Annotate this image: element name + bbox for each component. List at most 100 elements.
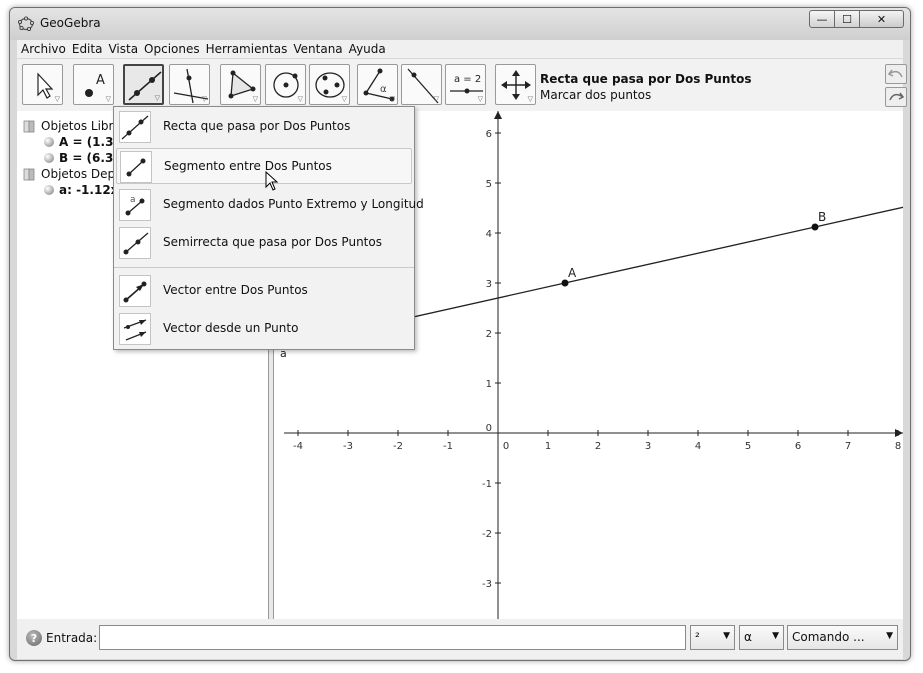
window-title: GeoGebra	[40, 16, 101, 30]
dropdown-item-label: Segmento dados Punto Extremo y Longitud	[163, 197, 424, 211]
dropdown-item-vector-two-points[interactable]: Vector entre Dos Puntos	[114, 273, 414, 309]
folder-icon[interactable]	[23, 168, 35, 181]
tool-slider[interactable]: a = 2 ▽	[445, 64, 486, 105]
redo-button[interactable]	[885, 87, 907, 107]
visibility-toggle-icon[interactable]	[44, 185, 54, 195]
x-tick-label: 8	[895, 441, 901, 452]
close-icon: ✕	[876, 12, 887, 26]
x-tick-label: 2	[595, 441, 601, 452]
tool-menu-arrow-icon: ▽	[433, 95, 439, 103]
y-tick-label: 6	[486, 129, 492, 140]
segment-fixed-length-icon: a	[119, 189, 151, 221]
dropdown-item-line-two-points[interactable]: Recta que pasa por Dos Puntos	[114, 109, 414, 145]
point-label-a: A	[568, 266, 577, 280]
dropdown-item-label: Vector desde un Punto	[163, 321, 299, 335]
menu-herramientas[interactable]: Herramientas	[206, 42, 288, 56]
dropdown-item-segment-fixed-length[interactable]: a Segmento dados Punto Extremo y Longitu…	[114, 187, 424, 223]
y-tick-label: -1	[482, 479, 492, 490]
mouse-cursor-icon	[265, 171, 279, 191]
tool-menu-arrow-icon: ▽	[154, 94, 160, 102]
dropdown-item-label: Segmento entre Dos Puntos	[164, 159, 332, 173]
superscript-combo[interactable]: ² ▼	[690, 625, 735, 650]
menu-ventana[interactable]: Ventana	[293, 42, 342, 56]
toolbar: ▽ A ▽ ▽ ▽ ▽ ▽ ▽ α ▽ ▽ a = 2 ▽ ▽ Recta qu…	[17, 59, 907, 111]
chevron-down-icon: ▼	[772, 631, 779, 641]
help-icon[interactable]: ?	[26, 630, 42, 646]
redo-icon	[889, 92, 905, 101]
tool-menu-arrow-icon: ▽	[252, 95, 258, 103]
tool-angle[interactable]: α ▽	[357, 64, 398, 105]
folder-icon[interactable]	[23, 120, 35, 133]
y-tick-label: 3	[486, 279, 492, 290]
maximize-icon: ☐	[842, 12, 852, 26]
point-label-b: B	[818, 210, 826, 224]
tool-circle[interactable]: ▽	[265, 64, 306, 105]
tool-menu-arrow-icon: ▽	[54, 95, 60, 103]
tool-polygon[interactable]: ▽	[220, 64, 261, 105]
segment-length-label: a	[130, 195, 136, 205]
menu-opciones[interactable]: Opciones	[144, 42, 200, 56]
menu-vista[interactable]: Vista	[108, 42, 138, 56]
x-tick-label: 5	[745, 441, 751, 452]
x-tick-label: -4	[293, 441, 303, 452]
menu-edita[interactable]: Edita	[72, 42, 103, 56]
y-tick-label: 5	[486, 179, 492, 190]
free-objects-folder[interactable]: Objetos Libre	[41, 119, 121, 133]
tool-menu-arrow-icon: ▽	[297, 95, 303, 103]
x-tick-label: 6	[795, 441, 801, 452]
tool-menu-arrow-icon: ▽	[477, 95, 483, 103]
tool-perpendicular[interactable]: ▽	[169, 64, 210, 105]
greek-letters-combo[interactable]: α ▼	[739, 625, 784, 650]
y-tick-label: 0	[486, 423, 492, 434]
y-axis-arrow	[494, 111, 502, 119]
menu-ayuda[interactable]: Ayuda	[349, 42, 386, 56]
tool-reflect[interactable]: ▽	[401, 64, 442, 105]
tool-menu-arrow-icon: ▽	[527, 95, 533, 103]
x-tick-label: 1	[545, 441, 551, 452]
command-combo-value: Comando ...	[792, 630, 865, 644]
maximize-button[interactable]: ☐	[835, 10, 860, 28]
visibility-toggle-icon[interactable]	[44, 153, 54, 163]
geogebra-logo-icon	[18, 16, 34, 31]
visibility-toggle-icon[interactable]	[44, 137, 54, 147]
menu-archivo[interactable]: Archivo	[21, 42, 66, 56]
x-axis-arrow	[895, 429, 903, 437]
vector-two-points-icon	[119, 275, 151, 307]
tool-angle-label: α	[380, 84, 387, 95]
x-tick-label: 3	[645, 441, 651, 452]
tool-line[interactable]: ▽	[123, 64, 164, 105]
dropdown-item-vector-from-point[interactable]: Vector desde un Punto	[114, 311, 414, 347]
close-button[interactable]: ✕	[860, 10, 904, 28]
line-two-points-icon	[119, 111, 151, 143]
x-tick-label: 4	[695, 441, 701, 452]
dropdown-item-ray-two-points[interactable]: Semirrecta que pasa por Dos Puntos	[114, 225, 414, 261]
x-tick-label: -1	[443, 441, 453, 452]
greek-combo-value: α	[744, 630, 752, 644]
point-b	[811, 223, 819, 231]
y-tick-label: 2	[486, 329, 492, 340]
tool-menu-arrow-icon: ▽	[201, 95, 207, 103]
chevron-down-icon: ▼	[723, 631, 730, 641]
x-tick-label: 7	[845, 441, 851, 452]
title-bar[interactable]: GeoGebra — ☐ ✕	[10, 8, 910, 40]
y-tick-label: -3	[482, 579, 492, 590]
tool-point-label: A	[96, 73, 105, 88]
chevron-down-icon: ▼	[886, 631, 893, 641]
undo-button[interactable]	[885, 64, 907, 84]
dependent-objects-folder[interactable]: Objetos Depe	[41, 167, 123, 181]
segment-two-points-icon	[120, 151, 152, 183]
command-combo[interactable]: Comando ... ▼	[787, 625, 898, 650]
tool-help-description: Marcar dos puntos	[540, 88, 652, 102]
minimize-button[interactable]: —	[809, 10, 835, 28]
tool-move-view[interactable]: ▽	[495, 64, 536, 105]
dropdown-item-label: Semirrecta que pasa por Dos Puntos	[163, 235, 382, 249]
tool-point[interactable]: A ▽	[73, 64, 114, 105]
dropdown-item-segment-two-points[interactable]: Segmento entre Dos Puntos	[116, 148, 412, 184]
input-field[interactable]	[99, 625, 686, 650]
input-bar: ? Entrada: ² ▼ α ▼ Comando ... ▼	[17, 619, 903, 659]
vector-from-point-icon	[119, 313, 151, 345]
line-tools-dropdown: Recta que pasa por Dos Puntos Segmento e…	[113, 106, 424, 350]
tool-conic[interactable]: ▽	[309, 64, 350, 105]
tool-move[interactable]: ▽	[22, 64, 63, 105]
y-tick-label: 4	[486, 229, 492, 240]
